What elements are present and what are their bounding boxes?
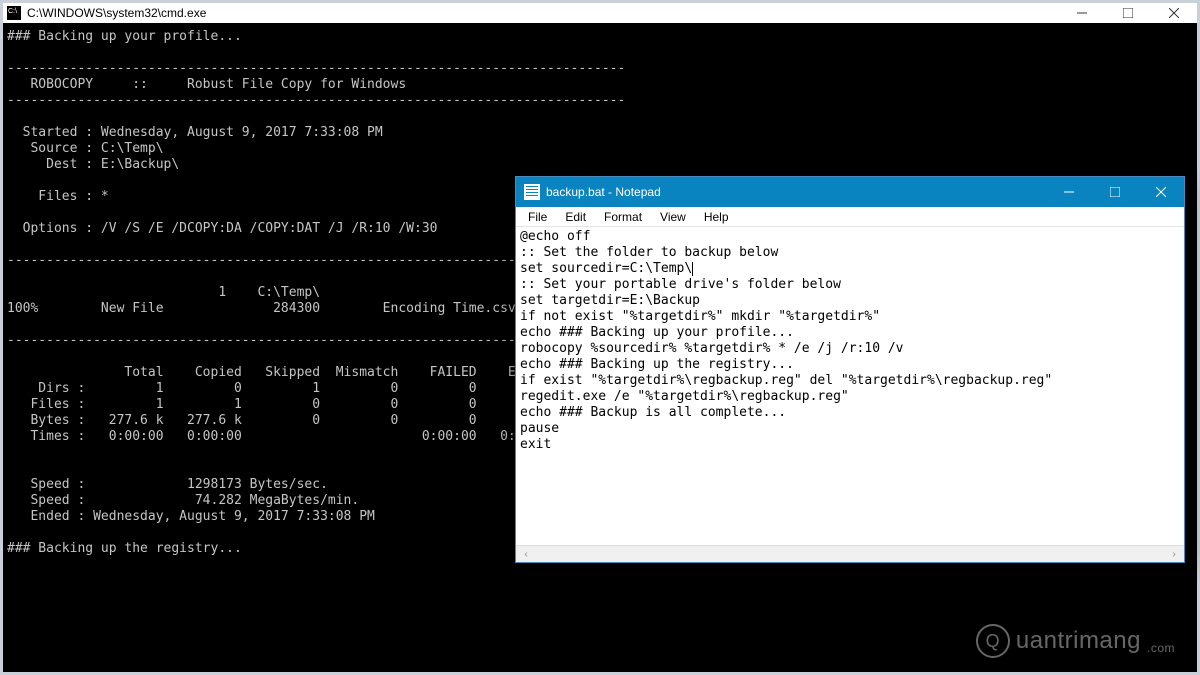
cmd-titlebar[interactable]: C:\WINDOWS\system32\cmd.exe [3, 3, 1197, 23]
scroll-left-icon[interactable]: ‹ [518, 549, 534, 560]
minimize-button[interactable] [1059, 3, 1105, 23]
notepad-menubar: File Edit Format View Help [516, 207, 1184, 227]
menu-view[interactable]: View [652, 208, 694, 226]
menu-format[interactable]: Format [596, 208, 650, 226]
notepad-textarea[interactable]: @echo off:: Set the folder to backup bel… [516, 227, 1184, 545]
menu-help[interactable]: Help [696, 208, 737, 226]
scroll-right-icon[interactable]: › [1166, 549, 1182, 560]
notepad-titlebar[interactable]: backup.bat - Notepad [516, 177, 1184, 207]
maximize-button[interactable] [1092, 177, 1138, 207]
notepad-h-scrollbar[interactable]: ‹ › [516, 545, 1184, 562]
watermark-dotcom: .com [1147, 641, 1175, 655]
notepad-title: backup.bat - Notepad [546, 185, 661, 199]
close-button[interactable] [1138, 177, 1184, 207]
notepad-window: backup.bat - Notepad File Edit Format Vi… [515, 176, 1185, 563]
minimize-button[interactable] [1046, 177, 1092, 207]
cmd-icon [7, 6, 21, 20]
menu-file[interactable]: File [520, 208, 555, 226]
close-button[interactable] [1151, 3, 1197, 23]
menu-edit[interactable]: Edit [557, 208, 594, 226]
cmd-title: C:\WINDOWS\system32\cmd.exe [27, 6, 206, 20]
watermark-text: uantrimang [1016, 627, 1141, 655]
maximize-button[interactable] [1105, 3, 1151, 23]
bulb-icon: Q [976, 624, 1010, 658]
watermark: Q uantrimang .com [976, 624, 1175, 658]
notepad-icon [524, 184, 540, 200]
